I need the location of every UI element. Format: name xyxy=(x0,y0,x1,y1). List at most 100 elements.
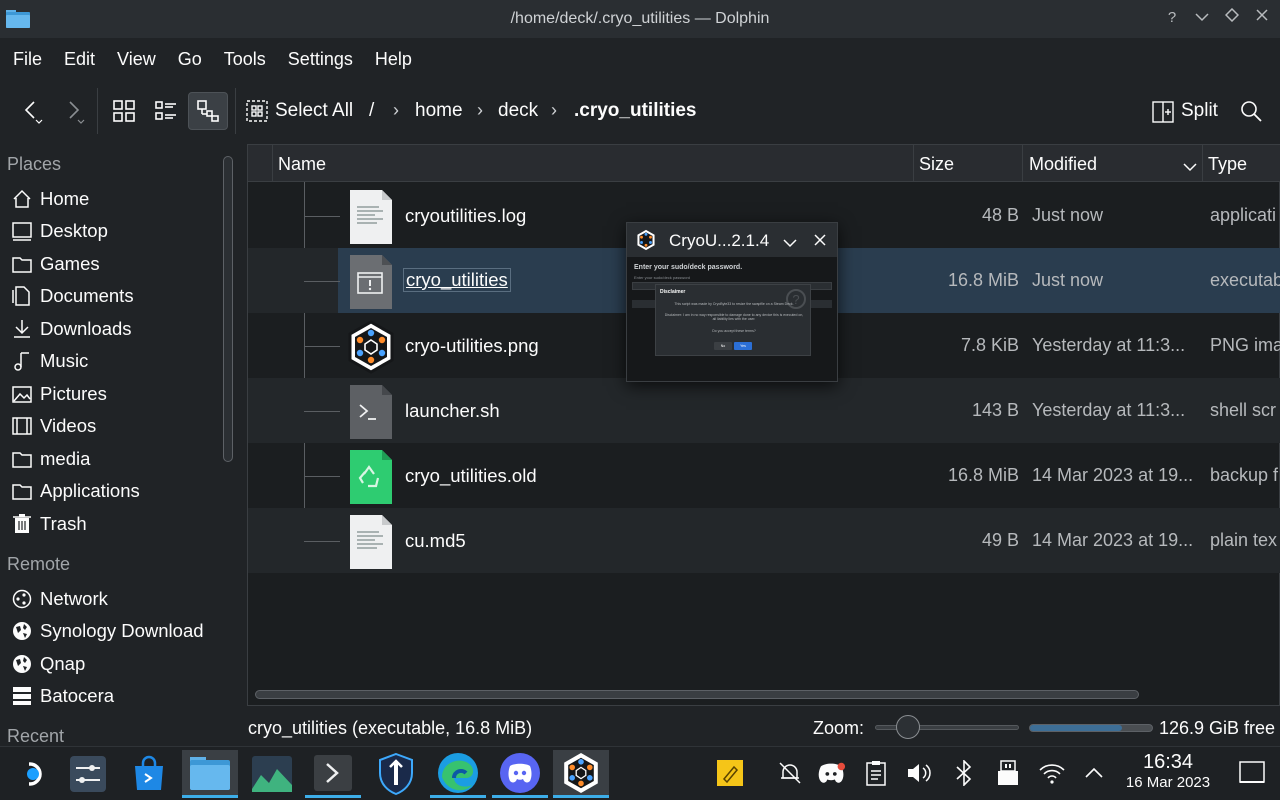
wifi-icon[interactable] xyxy=(1038,759,1066,787)
volume-icon[interactable] xyxy=(906,759,934,787)
file-row[interactable]: cryo_utilities.old 16.8 MiB 14 Mar 2023 … xyxy=(248,443,1280,508)
maximize-icon[interactable] xyxy=(1222,7,1242,28)
minimize-icon[interactable] xyxy=(1192,8,1212,28)
shield-icon xyxy=(379,753,413,795)
places-item-music[interactable]: Music xyxy=(0,345,215,377)
places-item-applications[interactable]: Applications xyxy=(0,475,215,507)
app-launcher-button[interactable] xyxy=(2,750,58,798)
chevron-down-icon[interactable] xyxy=(783,235,797,253)
cryo-logo-icon xyxy=(564,752,598,793)
breadcrumb-home[interactable]: home xyxy=(415,100,463,122)
storage-icon[interactable] xyxy=(994,759,1022,787)
menu-help[interactable]: Help xyxy=(362,40,412,78)
clock-date: 16 Mar 2023 xyxy=(1125,774,1211,791)
breadcrumb-current[interactable]: .cryo_utilities xyxy=(574,100,697,122)
horizontal-scrollbar[interactable] xyxy=(255,690,1139,699)
notifications-muted-icon[interactable] xyxy=(776,759,804,787)
back-button[interactable] xyxy=(12,92,52,130)
no-button[interactable]: No xyxy=(714,342,732,350)
file-modified: Yesterday at 11:3... xyxy=(1032,335,1186,355)
help-icon[interactable]: ? xyxy=(1162,8,1182,28)
discord-tray-icon[interactable] xyxy=(818,759,846,787)
task-system-settings[interactable] xyxy=(60,750,116,798)
remote-heading: Remote xyxy=(7,554,71,574)
title-bar: /home/deck/.cryo_utilities — Dolphin ? xyxy=(0,0,1280,38)
notes-icon[interactable] xyxy=(716,759,744,787)
clock[interactable]: 16:34 16 Mar 2023 xyxy=(1118,751,1218,791)
places-item-qnap[interactable]: Qnap xyxy=(0,648,215,680)
free-space: 126.9 GiB free xyxy=(1159,718,1276,738)
chevron-up-icon[interactable] xyxy=(1080,759,1108,787)
close-icon[interactable] xyxy=(813,233,827,252)
select-all-button[interactable]: Select All xyxy=(275,100,353,122)
file-modified: Just now xyxy=(1032,270,1104,290)
column-type[interactable]: Type xyxy=(1208,154,1247,175)
details-view-button[interactable] xyxy=(188,92,228,130)
task-cryo-utilities[interactable] xyxy=(553,750,609,798)
breadcrumb-deck[interactable]: deck xyxy=(498,100,538,122)
breadcrumb-chevron-icon: › xyxy=(551,100,557,120)
places-item-pictures[interactable]: Pictures xyxy=(0,378,215,410)
clock-time: 16:34 xyxy=(1142,751,1194,773)
icons-view-icon xyxy=(113,100,135,122)
file-modified: 14 Mar 2023 at 19... xyxy=(1032,465,1194,485)
file-name: cryo_utilities.old xyxy=(405,465,537,486)
places-item-documents[interactable]: Documents xyxy=(0,280,215,312)
task-system-monitor[interactable] xyxy=(244,750,300,798)
places-item-media[interactable]: media xyxy=(0,443,215,475)
folder-app-icon xyxy=(190,756,230,790)
task-discord[interactable] xyxy=(492,750,548,798)
menu-view[interactable]: View xyxy=(104,40,156,78)
breadcrumb-chevron-icon: › xyxy=(393,100,399,120)
file-row[interactable]: cu.md5 49 B 14 Mar 2023 at 19... plain t… xyxy=(248,508,1280,573)
clipboard-icon[interactable] xyxy=(862,759,890,787)
password-hint: Enter your sudo/deck password xyxy=(634,275,691,280)
network-icon xyxy=(11,588,33,610)
column-name[interactable]: Name xyxy=(278,154,326,175)
task-edge[interactable] xyxy=(430,750,486,798)
search-icon[interactable] xyxy=(1240,100,1262,122)
popup-title-bar: CryoU...2.1.4 xyxy=(627,223,837,257)
task-konsole[interactable] xyxy=(305,750,361,798)
forward-button[interactable] xyxy=(52,92,92,130)
close-window-icon[interactable] xyxy=(1252,8,1272,28)
places-heading: Places xyxy=(7,154,62,174)
file-name: cryo_utilities xyxy=(403,268,511,292)
sort-chevron-down-icon[interactable] xyxy=(1183,159,1197,177)
menu-tools[interactable]: Tools xyxy=(211,40,266,78)
show-desktop-icon[interactable] xyxy=(1238,759,1266,787)
bluetooth-icon[interactable] xyxy=(950,759,978,787)
places-item-synology[interactable]: Synology Download xyxy=(0,615,215,647)
places-item-downloads[interactable]: Downloads xyxy=(0,313,215,345)
task-dolphin[interactable] xyxy=(182,750,238,798)
task-discover[interactable] xyxy=(121,750,177,798)
task-protonup[interactable] xyxy=(368,750,424,798)
places-item-trash[interactable]: Trash xyxy=(0,508,215,540)
column-modified[interactable]: Modified xyxy=(1029,154,1097,175)
places-item-games[interactable]: Games xyxy=(0,248,215,280)
places-item-desktop[interactable]: Desktop xyxy=(0,215,215,247)
icons-view-button[interactable] xyxy=(104,92,144,130)
places-item-home[interactable]: Home xyxy=(0,183,215,215)
file-name: cryoutilities.log xyxy=(405,205,527,226)
file-row[interactable]: launcher.sh 143 B Yesterday at 11:3... s… xyxy=(248,378,1280,443)
zoom-slider-handle[interactable] xyxy=(896,715,920,739)
menu-file[interactable]: File xyxy=(0,40,42,78)
yes-button[interactable]: Yes xyxy=(734,342,752,350)
places-item-batocera[interactable]: Batocera xyxy=(0,680,215,712)
places-item-network[interactable]: Network xyxy=(0,583,215,615)
select-all-icon xyxy=(246,100,268,122)
menu-edit[interactable]: Edit xyxy=(51,40,95,78)
menu-settings[interactable]: Settings xyxy=(275,40,353,78)
taskbar: 16:34 16 Mar 2023 xyxy=(0,746,1280,800)
breadcrumb-root[interactable]: / xyxy=(369,100,374,122)
folder-icon xyxy=(11,253,33,275)
compact-view-button[interactable] xyxy=(146,92,186,130)
column-size[interactable]: Size xyxy=(919,154,954,175)
places-scrollbar[interactable] xyxy=(223,156,233,462)
file-type: shell scr xyxy=(1210,400,1277,420)
places-item-videos[interactable]: Videos xyxy=(0,410,215,442)
file-type: executab xyxy=(1210,270,1280,290)
split-button[interactable]: Split xyxy=(1181,100,1218,122)
menu-go[interactable]: Go xyxy=(165,40,202,78)
